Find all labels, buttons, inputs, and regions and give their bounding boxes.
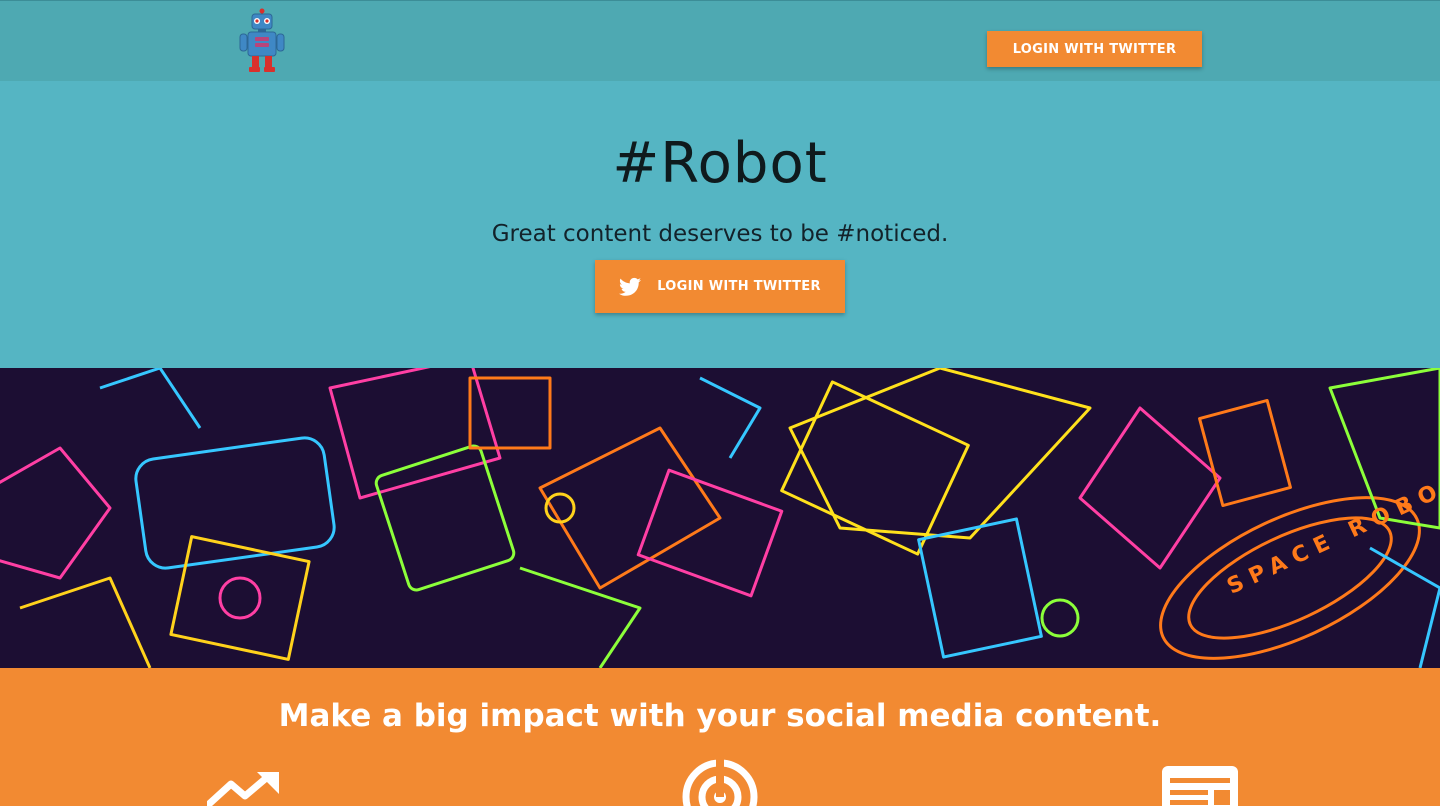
impact-section: Make a big impact with your social media… (0, 668, 1440, 806)
robots-banner-image: SPACE ROBO (0, 368, 1440, 668)
hero-tagline: Great content deserves to be #noticed. (491, 221, 949, 247)
twitter-bird-icon (619, 277, 642, 296)
newspaper-icon (1162, 766, 1238, 806)
hero-login-label: LOGIN WITH TWITTER (657, 279, 821, 294)
trending-up-icon (207, 772, 279, 806)
robot-logo-icon[interactable] (236, 8, 288, 74)
hero-section: #Robot Great content deserves to be #not… (0, 81, 1440, 368)
hero-login-twitter-button[interactable]: LOGIN WITH TWITTER (595, 260, 845, 313)
radar-icon (682, 757, 758, 806)
page-title: #Robot (612, 131, 828, 196)
header-login-twitter-button[interactable]: LOGIN WITH TWITTER (987, 31, 1202, 67)
top-navbar: LOGIN WITH TWITTER (0, 0, 1440, 81)
neon-robots-illustration: SPACE ROBO (0, 368, 1440, 668)
impact-heading: Make a big impact with your social media… (278, 698, 1162, 734)
